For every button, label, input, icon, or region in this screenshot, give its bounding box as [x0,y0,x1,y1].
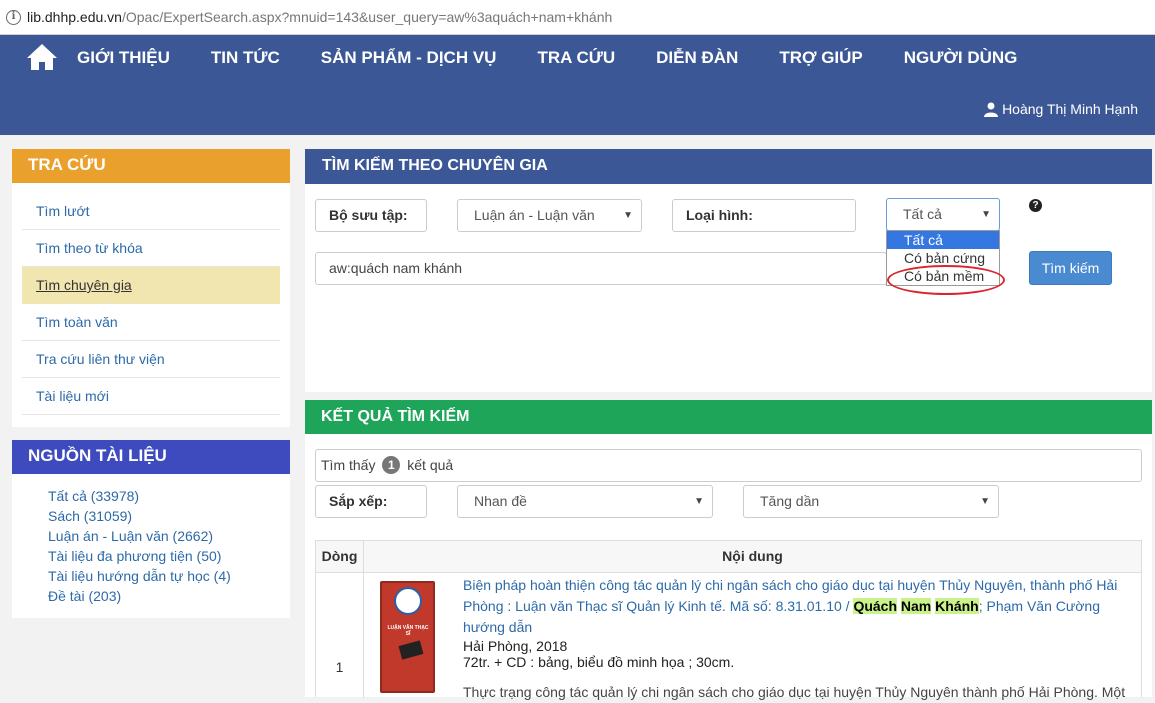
column-header-content: Nội dung [364,541,1141,573]
nav-tro-giup[interactable]: TRỢ GIÚP [779,48,862,68]
sort-by-value: Nhan đề [474,493,527,509]
user-account[interactable]: Hoàng Thị Minh Hạnh [984,101,1138,117]
nav-dien-dan[interactable]: DIỄN ĐÀN [656,48,738,68]
type-option-all[interactable]: Tất cả [887,231,999,249]
user-icon [984,102,999,117]
sort-by-select[interactable]: Nhan đề ▼ [457,485,713,518]
type-select[interactable]: Tất cả ▼ [886,198,1000,231]
sidebar-item-tim-luot[interactable]: Tìm lướt [22,193,280,230]
sort-order-select[interactable]: Tăng dần ▼ [743,485,999,518]
source-item-theses[interactable]: Luận án - Luận văn (2662) [48,526,290,546]
query-input[interactable]: aw:quách nam khánh [315,252,887,285]
main-menu: GIỚI THIỆU TIN TỨC SẢN PHẨM - DỊCH VỤ TR… [77,48,1058,68]
collection-label: Bộ sưu tập: [315,199,427,232]
record-details: Biện pháp hoàn thiện công tác quản lý ch… [463,575,1135,703]
chevron-down-icon: ▼ [980,496,990,507]
found-prefix: Tìm thấy [321,457,376,473]
results-summary: Tìm thấy 1 kết quả [315,449,1142,482]
results-panel: KẾT QUẢ TÌM KIẾM Tìm thấy 1 kết quả Sắp … [305,400,1152,700]
type-select-value: Tất cả [903,206,942,222]
expert-search-panel: TÌM KIẾM THEO CHUYÊN GIA Bộ sưu tập: Luậ… [305,149,1152,392]
expert-search-title: TÌM KIẾM THEO CHUYÊN GIA [305,149,1152,184]
nav-gioi-thieu[interactable]: GIỚI THIỆU [77,48,170,68]
search-menu-title: TRA CỨU [12,149,290,183]
sidebar-item-lien-thu-vien[interactable]: Tra cứu liên thư viện [22,341,280,378]
source-item-all[interactable]: Tất cả (33978) [48,486,290,506]
info-icon[interactable]: i [6,9,21,25]
record-publication: Hải Phòng, 2018 [463,638,568,654]
highlight-ellipse [887,265,1005,295]
author-highlight-2[interactable]: Nam [900,598,932,614]
author-highlight-3[interactable]: Khánh [935,598,979,614]
url-domain: lib.dhhp.edu.vn [27,9,122,25]
record-abstract: Thực trạng công tác quản lý chi ngân sác… [463,684,1126,700]
sidebar-item-tim-tu-khoa[interactable]: Tìm theo từ khóa [22,230,280,267]
record-citation: Biện pháp hoàn thiện công tác quản lý ch… [463,575,1135,638]
results-title: KẾT QUẢ TÌM KIẾM [305,400,1152,434]
result-count-badge: 1 [382,456,401,474]
sort-label: Sắp xếp: [315,485,427,518]
search-button[interactable]: Tìm kiếm [1029,251,1112,285]
sort-order-value: Tăng dần [760,493,820,509]
university-seal-icon [394,587,422,615]
type-label: Loại hình: [672,199,856,232]
source-item-multimedia[interactable]: Tài liệu đa phương tiện (50) [48,546,290,566]
sidebar-item-tai-lieu-moi[interactable]: Tài liệu mới [22,378,280,415]
chevron-down-icon: ▼ [694,496,704,507]
collection-select-value: Luận án - Luận văn [474,207,595,223]
book-cover-title: LUẬN VĂN THẠC SĨ [387,625,429,637]
help-icon[interactable]: ? [1029,199,1042,212]
record-physical-description: 72tr. + CD : bảng, biểu đồ minh họa ; 30… [463,654,735,670]
sources-panel: NGUỒN TÀI LIỆU Tất cả (33978) Sách (3105… [12,440,290,618]
address-bar[interactable]: i lib.dhhp.edu.vn/Opac/ExpertSearch.aspx… [0,0,1155,35]
author-highlight-1[interactable]: Quách [853,598,898,614]
top-navigation: GIỚI THIỆU TIN TỨC SẢN PHẨM - DỊCH VỤ TR… [0,35,1155,135]
column-header-row: Dòng [316,541,364,573]
chevron-down-icon: ▼ [623,210,633,221]
collection-select[interactable]: Luận án - Luận văn ▼ [457,199,642,232]
source-item-self-study[interactable]: Tài liệu hướng dẫn tự học (4) [48,566,290,586]
home-icon[interactable] [26,43,58,71]
nav-nguoi-dung[interactable]: NGƯỜI DÙNG [904,48,1018,68]
graduation-cap-icon [398,640,424,660]
book-cover-image[interactable]: LUẬN VĂN THẠC SĨ [380,581,435,693]
chevron-down-icon: ▼ [981,209,991,220]
sources-title: NGUỒN TÀI LIỆU [12,440,290,474]
nav-tin-tuc[interactable]: TIN TỨC [211,48,280,68]
nav-tra-cuu[interactable]: TRA CỨU [537,48,615,68]
nav-san-pham-dich-vu[interactable]: SẢN PHẨM - DỊCH VỤ [321,48,497,68]
found-suffix: kết quả [407,457,454,473]
url-path: /Opac/ExpertSearch.aspx?mnuid=143&user_q… [121,9,613,25]
sidebar-item-tim-toan-van[interactable]: Tìm toàn văn [22,304,280,341]
source-item-projects[interactable]: Đề tài (203) [48,586,290,606]
user-name: Hoàng Thị Minh Hạnh [1002,101,1138,117]
search-menu-panel: TRA CỨU Tìm lướt Tìm theo từ khóa Tìm ch… [12,149,290,427]
source-item-books[interactable]: Sách (31059) [48,506,290,526]
sidebar-item-tim-chuyen-gia[interactable]: Tìm chuyên gia [22,267,280,304]
row-number: 1 [316,573,364,698]
